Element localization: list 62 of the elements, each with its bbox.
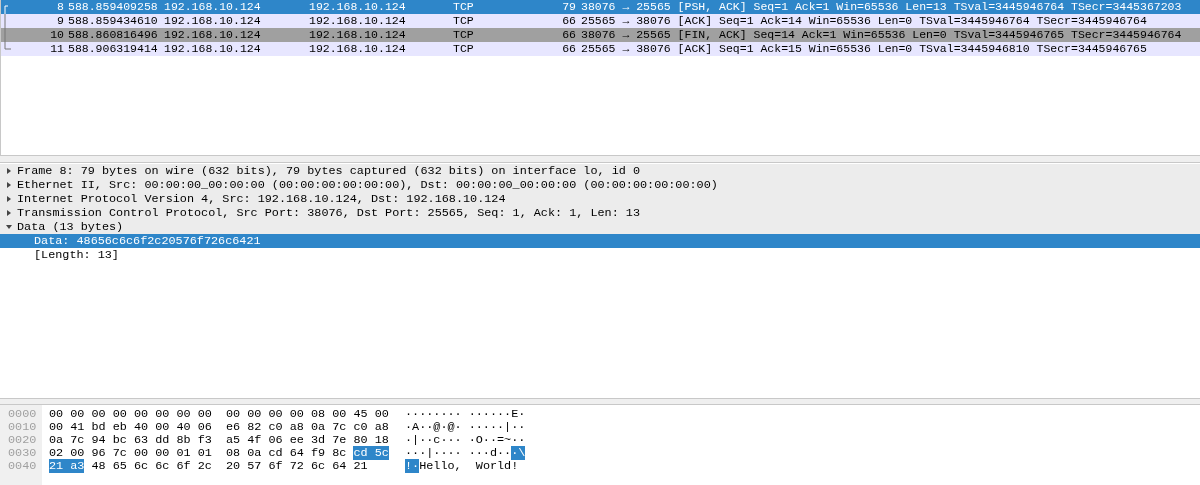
packet-time: 588.859434610 [68, 14, 159, 28]
packet-source: 192.168.10.124 [164, 14, 262, 28]
packet-length: 79 [561, 0, 576, 14]
ascii-bytes: Hello, World! [419, 459, 519, 473]
hex-bytes: 00 41 bd eb 40 00 40 06 e6 82 c0 a8 0a 7c c0 a8 [49, 420, 389, 434]
byte-offset: 0010 [8, 421, 38, 434]
tree-item-label: Transmission Control Protocol, Src Port: 38076, Dst Port: 25565, Seq: 1, Ack: 1, Len: 13 [17, 206, 640, 220]
ascii-bytes: ·A··@·@· ·····|·· [405, 420, 526, 434]
packet-protocol: TCP [453, 0, 475, 14]
hex-bytes: 48 65 6c 6c 6f 2c 20 57 6f 72 6c 64 21 [90, 459, 368, 473]
packet-time: 588.906319414 [68, 42, 159, 56]
tree-item-label: Data (13 bytes) [17, 220, 124, 234]
packet-row[interactable]: 10 588.860816496 192.168.10.124 192.168.10.124 TCP 66 38076 → 25565 [FIN, ACK] Seq=14 Ack=1 Win=65536 Len=0 TSval=3445946765 TSecr=3445946764 [1, 28, 1200, 42]
packet-protocol: TCP [453, 42, 475, 56]
packet-destination: 192.168.10.124 [309, 14, 407, 28]
hex-bytes: 02 00 96 7c 00 00 01 01 08 0a cd 64 f9 8c [49, 446, 348, 460]
packet-protocol: TCP [453, 28, 475, 42]
ascii-bytes: ···|···· ···d·· [405, 446, 512, 460]
hex-bytes: cd 5c [353, 446, 389, 460]
ascii-bytes: ········ ······E· [405, 407, 526, 421]
hex-bytes: 21 a3 [49, 459, 85, 473]
hex-bytes: 0a 7c 94 bc 63 dd 8b f3 a5 4f 06 ee 3d 7e 80 18 [49, 433, 389, 447]
packet-destination: 192.168.10.124 [309, 0, 407, 14]
ascii-bytes: ·|··c··· ·O··=~·· [405, 433, 526, 447]
packet-source: 192.168.10.124 [164, 0, 262, 14]
byte-offset: 0030 [8, 447, 38, 460]
packet-info: 38076 → 25565 [PSH, ACK] Seq=1 Ack=1 Win=65536 Len=13 TSval=3445946764 TSecr=3445367203 [581, 0, 1182, 14]
tree-item[interactable]: Ethernet II, Src: 00:00:00_00:00:00 (00:00:00:00:00:00), Dst: 00:00:00_00:00:00 (00:00:00:00:00:00) [0, 178, 1200, 192]
packet-length: 66 [561, 28, 576, 42]
packet-number: 8 [56, 0, 64, 14]
packet-time: 588.859409258 [68, 0, 159, 14]
packet-number: 10 [49, 28, 64, 42]
packet-protocol: TCP [453, 14, 475, 28]
tree-item[interactable]: Internet Protocol Version 4, Src: 192.168.10.124, Dst: 192.168.10.124 [0, 192, 1200, 206]
tree-item-label: Frame 8: 79 bytes on wire (632 bits), 79 bytes captured (632 bits) on interface lo, id 0 [17, 164, 640, 178]
packet-row[interactable]: 9 588.859434610 192.168.10.124 192.168.10.124 TCP 66 25565 → 38076 [ACK] Seq=1 Ack=14 Win=65536 Len=0 TSval=3445946764 TSecr=3445946764 [1, 14, 1200, 28]
packet-info: 25565 → 38076 [ACK] Seq=1 Ack=15 Win=65536 Len=0 TSval=3445946810 TSecr=3445946765 [581, 42, 1147, 56]
packet-length: 66 [561, 14, 576, 28]
byte-offset: 0000 [8, 408, 38, 421]
packet-time: 588.860816496 [68, 28, 159, 42]
packet-length: 66 [561, 42, 576, 56]
tree-item[interactable]: Data (13 bytes) [0, 220, 1200, 234]
packet-number: 11 [49, 42, 64, 56]
packet-destination: 192.168.10.124 [309, 42, 407, 56]
tree-item[interactable]: Frame 8: 79 bytes on wire (632 bits), 79 bytes captured (632 bits) on interface lo, id 0 [0, 164, 1200, 178]
packet-destination: 192.168.10.124 [309, 28, 407, 42]
packet-source: 192.168.10.124 [164, 42, 262, 56]
ascii-bytes: !· [405, 459, 420, 473]
ascii-bytes: ·\ [511, 446, 526, 460]
tree-item-label: Internet Protocol Version 4, Src: 192.168.10.124, Dst: 192.168.10.124 [17, 192, 506, 206]
byte-offset: 0040 [8, 460, 38, 473]
packet-row[interactable]: 8 588.859409258 192.168.10.124 192.168.10.124 TCP 79 38076 → 25565 [PSH, ACK] Seq=1 Ack=1 Win=65536 Len=13 TSval=3445946764 TSecr=3445367203 [1, 0, 1200, 14]
tree-item-label: Ethernet II, Src: 00:00:00_00:00:00 (00:00:00:00:00:00), Dst: 00:00:00_00:00:00 (00:00:00:00:00:00) [17, 178, 718, 192]
packet-row[interactable]: 11 588.906319414 192.168.10.124 192.168.10.124 TCP 66 25565 → 38076 [ACK] Seq=1 Ack=15 Win=65536 Len=0 TSval=3445946810 TSecr=3445946765 [1, 42, 1200, 56]
packet-number: 9 [56, 14, 64, 28]
tree-item[interactable]: Transmission Control Protocol, Src Port: 38076, Dst Port: 25565, Seq: 1, Ack: 1, Len: 13 [0, 206, 1200, 220]
packet-info: 38076 → 25565 [FIN, ACK] Seq=14 Ack=1 Win=65536 Len=0 TSval=3445946765 TSecr=3445946764 [581, 28, 1182, 42]
packet-info: 25565 → 38076 [ACK] Seq=1 Ack=14 Win=65536 Len=0 TSval=3445946764 TSecr=3445946764 [581, 14, 1147, 28]
packet-source: 192.168.10.124 [164, 28, 262, 42]
byte-offset: 0020 [8, 434, 38, 447]
tree-item[interactable]: Data: 48656c6c6f2c20576f726c6421 [0, 234, 1200, 248]
hex-bytes: 00 00 00 00 00 00 00 00 00 00 00 00 08 00 45 00 [49, 407, 389, 421]
